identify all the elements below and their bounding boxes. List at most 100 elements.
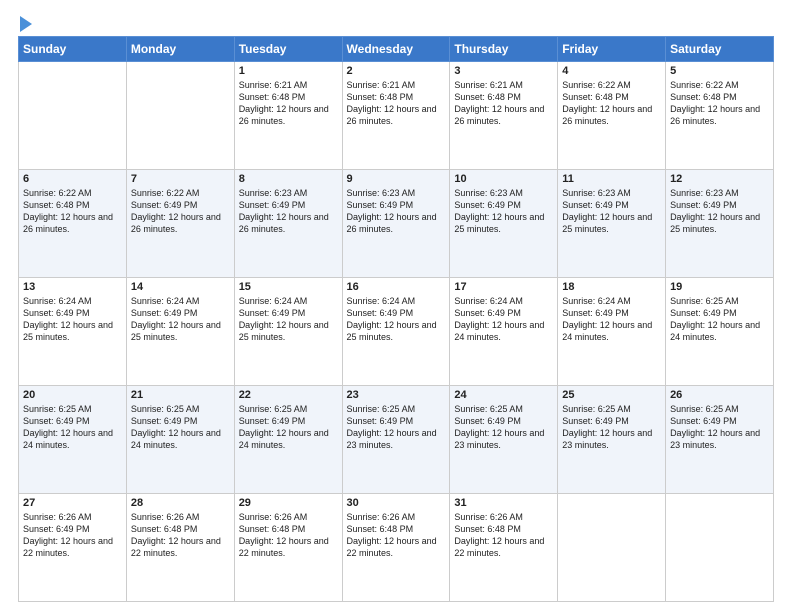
calendar-cell: 12 Sunrise: 6:23 AM Sunset: 6:49 PM Dayli… (666, 170, 774, 278)
logo-text (18, 18, 32, 32)
calendar-cell: 30Sunrise: 6:26 AM Sunset: 6:48 PM Dayli… (342, 494, 450, 602)
day-info: Sunrise: 6:23 AM Sunset: 6:49 PM Dayligh… (347, 187, 446, 236)
calendar-cell: 7 Sunrise: 6:22 AM Sunset: 6:49 PM Daylig… (126, 170, 234, 278)
calendar-cell: 21 Sunrise: 6:25 AM Sunset: 6:49 PM Dayli… (126, 386, 234, 494)
calendar-cell: 22 Sunrise: 6:25 AM Sunset: 6:49 PM Dayli… (234, 386, 342, 494)
day-number: 13 (23, 281, 122, 293)
day-number: 21 (131, 389, 230, 401)
weekday-header: Sunday (19, 37, 127, 62)
calendar-cell: 14 Sunrise: 6:24 AM Sunset: 6:49 PM Dayli… (126, 278, 234, 386)
day-number: 18 (562, 281, 661, 293)
day-info: Sunrise: 6:25 AM Sunset: 6:49 PM Dayligh… (562, 403, 661, 452)
day-info: Sunrise: 6:24 AM Sunset: 6:49 PM Dayligh… (562, 295, 661, 344)
calendar-cell: 29 Sunrise: 6:26 AM Sunset: 6:48 PM Dayli… (234, 494, 342, 602)
day-info: Sunrise: 6:26 AM Sunset: 6:48 PM Dayligh… (239, 511, 338, 560)
weekday-header: Saturday (666, 37, 774, 62)
day-info: Sunrise: 6:25 AM Sunset: 6:49 PM Dayligh… (454, 403, 553, 452)
day-info: Sunrise: 6:23 AM Sunset: 6:49 PM Dayligh… (562, 187, 661, 236)
day-info: Sunrise: 6:25 AM Sunset: 6:49 PM Dayligh… (347, 403, 446, 452)
day-number: 29 (239, 497, 338, 509)
calendar-cell: 11Sunrise: 6:23 AM Sunset: 6:49 PM Dayli… (558, 170, 666, 278)
day-number: 31 (454, 497, 553, 509)
calendar-cell: 24Sunrise: 6:25 AM Sunset: 6:49 PM Dayli… (450, 386, 558, 494)
day-info: Sunrise: 6:24 AM Sunset: 6:49 PM Dayligh… (454, 295, 553, 344)
day-number: 1 (239, 65, 338, 77)
calendar-cell: 15Sunrise: 6:24 AM Sunset: 6:49 PM Dayli… (234, 278, 342, 386)
calendar-cell: 10 Sunrise: 6:23 AM Sunset: 6:49 PM Dayli… (450, 170, 558, 278)
calendar-cell: 19 Sunrise: 6:25 AM Sunset: 6:49 PM Dayli… (666, 278, 774, 386)
logo-arrow (20, 16, 32, 32)
calendar-cell: 9Sunrise: 6:23 AM Sunset: 6:49 PM Daylig… (342, 170, 450, 278)
day-number: 16 (347, 281, 446, 293)
weekday-header: Tuesday (234, 37, 342, 62)
day-info: Sunrise: 6:21 AM Sunset: 6:48 PM Dayligh… (347, 79, 446, 128)
day-number: 20 (23, 389, 122, 401)
day-info: Sunrise: 6:21 AM Sunset: 6:48 PM Dayligh… (239, 79, 338, 128)
day-info: Sunrise: 6:22 AM Sunset: 6:49 PM Dayligh… (131, 187, 230, 236)
calendar-cell (558, 494, 666, 602)
day-number: 12 (670, 173, 769, 185)
day-info: Sunrise: 6:25 AM Sunset: 6:49 PM Dayligh… (239, 403, 338, 452)
day-number: 23 (347, 389, 446, 401)
calendar-week-row: 13 Sunrise: 6:24 AM Sunset: 6:49 PM Dayli… (19, 278, 774, 386)
day-number: 4 (562, 65, 661, 77)
calendar-cell: 20 Sunrise: 6:25 AM Sunset: 6:49 PM Dayli… (19, 386, 127, 494)
calendar-cell: 16 Sunrise: 6:24 AM Sunset: 6:49 PM Dayli… (342, 278, 450, 386)
day-info: Sunrise: 6:26 AM Sunset: 6:48 PM Dayligh… (454, 511, 553, 560)
day-number: 7 (131, 173, 230, 185)
day-info: Sunrise: 6:25 AM Sunset: 6:49 PM Dayligh… (670, 295, 769, 344)
calendar-cell: 31 Sunrise: 6:26 AM Sunset: 6:48 PM Dayli… (450, 494, 558, 602)
day-number: 17 (454, 281, 553, 293)
day-info: Sunrise: 6:23 AM Sunset: 6:49 PM Dayligh… (454, 187, 553, 236)
calendar-cell (126, 62, 234, 170)
weekday-header: Thursday (450, 37, 558, 62)
day-number: 3 (454, 65, 553, 77)
day-info: Sunrise: 6:26 AM Sunset: 6:48 PM Dayligh… (347, 511, 446, 560)
calendar-cell: 1 Sunrise: 6:21 AM Sunset: 6:48 PM Daylig… (234, 62, 342, 170)
day-info: Sunrise: 6:25 AM Sunset: 6:49 PM Dayligh… (131, 403, 230, 452)
day-info: Sunrise: 6:24 AM Sunset: 6:49 PM Dayligh… (347, 295, 446, 344)
calendar-cell (19, 62, 127, 170)
weekday-header: Monday (126, 37, 234, 62)
day-info: Sunrise: 6:21 AM Sunset: 6:48 PM Dayligh… (454, 79, 553, 128)
calendar-week-row: 27Sunrise: 6:26 AM Sunset: 6:49 PM Dayli… (19, 494, 774, 602)
day-info: Sunrise: 6:22 AM Sunset: 6:48 PM Dayligh… (562, 79, 661, 128)
day-number: 26 (670, 389, 769, 401)
weekday-header: Wednesday (342, 37, 450, 62)
header-row: SundayMondayTuesdayWednesdayThursdayFrid… (19, 37, 774, 62)
calendar-cell: 13 Sunrise: 6:24 AM Sunset: 6:49 PM Dayli… (19, 278, 127, 386)
calendar-cell: 26 Sunrise: 6:25 AM Sunset: 6:49 PM Dayli… (666, 386, 774, 494)
calendar-cell: 23 Sunrise: 6:25 AM Sunset: 6:49 PM Dayli… (342, 386, 450, 494)
day-info: Sunrise: 6:25 AM Sunset: 6:49 PM Dayligh… (23, 403, 122, 452)
day-info: Sunrise: 6:23 AM Sunset: 6:49 PM Dayligh… (670, 187, 769, 236)
day-number: 6 (23, 173, 122, 185)
calendar-cell: 28Sunrise: 6:26 AM Sunset: 6:48 PM Dayli… (126, 494, 234, 602)
day-info: Sunrise: 6:26 AM Sunset: 6:49 PM Dayligh… (23, 511, 122, 560)
header (18, 18, 774, 26)
calendar-cell: 2 Sunrise: 6:21 AM Sunset: 6:48 PM Daylig… (342, 62, 450, 170)
day-number: 14 (131, 281, 230, 293)
day-number: 28 (131, 497, 230, 509)
day-number: 19 (670, 281, 769, 293)
calendar-week-row: 6Sunrise: 6:22 AM Sunset: 6:48 PM Daylig… (19, 170, 774, 278)
calendar-cell (666, 494, 774, 602)
calendar-cell: 18 Sunrise: 6:24 AM Sunset: 6:49 PM Dayli… (558, 278, 666, 386)
calendar-cell: 3 Sunrise: 6:21 AM Sunset: 6:48 PM Daylig… (450, 62, 558, 170)
day-number: 2 (347, 65, 446, 77)
day-info: Sunrise: 6:24 AM Sunset: 6:49 PM Dayligh… (131, 295, 230, 344)
calendar-cell: 25 Sunrise: 6:25 AM Sunset: 6:49 PM Dayli… (558, 386, 666, 494)
day-number: 15 (239, 281, 338, 293)
day-info: Sunrise: 6:23 AM Sunset: 6:49 PM Dayligh… (239, 187, 338, 236)
day-number: 22 (239, 389, 338, 401)
calendar-cell: 5Sunrise: 6:22 AM Sunset: 6:48 PM Daylig… (666, 62, 774, 170)
weekday-header: Friday (558, 37, 666, 62)
calendar-cell: 27Sunrise: 6:26 AM Sunset: 6:49 PM Dayli… (19, 494, 127, 602)
day-info: Sunrise: 6:22 AM Sunset: 6:48 PM Dayligh… (670, 79, 769, 128)
calendar-cell: 6Sunrise: 6:22 AM Sunset: 6:48 PM Daylig… (19, 170, 127, 278)
day-number: 25 (562, 389, 661, 401)
day-number: 8 (239, 173, 338, 185)
day-info: Sunrise: 6:24 AM Sunset: 6:49 PM Dayligh… (23, 295, 122, 344)
calendar-table: SundayMondayTuesdayWednesdayThursdayFrid… (18, 36, 774, 602)
day-number: 10 (454, 173, 553, 185)
day-info: Sunrise: 6:25 AM Sunset: 6:49 PM Dayligh… (670, 403, 769, 452)
